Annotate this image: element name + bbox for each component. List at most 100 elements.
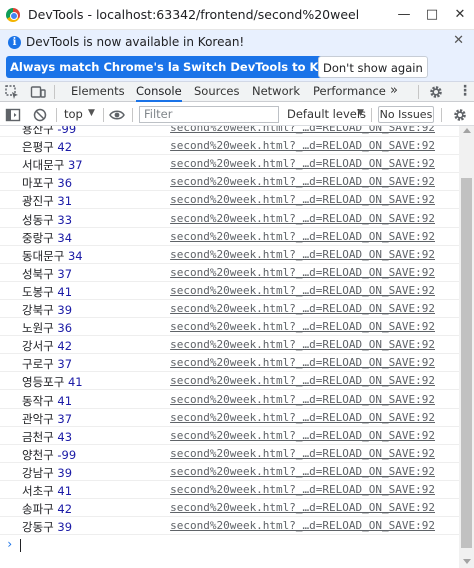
console-log-row: 금천구 43 second%20week.html?_…d=RELOAD_ON_S… [0,427,459,445]
scroll-up-arrow-icon[interactable] [463,128,471,133]
scrollbar-thumb[interactable] [461,178,472,548]
log-message: 광진구 31 [22,193,72,209]
source-location-link[interactable]: second%20week.html?_…d=RELOAD_ON_SAVE:92 [170,230,435,243]
district-name: 강북구 [22,303,54,317]
district-value: 37 [67,158,83,173]
chrome-icon [6,7,20,22]
district-value: 41 [57,284,73,299]
console-log-row: 노원구 36 second%20week.html?_…d=RELOAD_ON_S… [0,318,459,337]
district-name: 성동구 [22,212,54,227]
more-tabs-button[interactable]: » [390,82,398,102]
district-value: 41 [57,393,73,408]
window-title: DevTools - localhost:63342/frontend/seco… [28,7,358,22]
kebab-menu-button[interactable]: ⋮ [458,82,472,102]
district-name: 송파구 [22,502,54,517]
source-location-link[interactable]: second%20week.html?_…d=RELOAD_ON_SAVE:92 [170,320,435,333]
source-location-link[interactable]: second%20week.html?_…d=RELOAD_ON_SAVE:92 [170,175,435,188]
source-location-link[interactable]: second%20week.html?_…d=RELOAD_ON_SAVE:92 [170,338,435,351]
district-value: -99 [57,447,77,462]
log-levels-dropdown[interactable]: Default levels [287,107,366,121]
tab-divider [54,85,55,99]
source-location-link[interactable]: second%20week.html?_…d=RELOAD_ON_SAVE:92 [170,139,435,152]
sidebar-toggle-icon[interactable] [5,107,21,123]
tab-sources[interactable]: Sources [194,82,240,102]
console-scrollbar[interactable] [459,126,474,568]
source-location-link[interactable]: second%20week.html?_…d=RELOAD_ON_SAVE:92 [170,248,435,261]
settings-gear-icon[interactable] [428,84,444,100]
live-expression-eye-icon[interactable] [109,107,125,123]
console-toolbar: top ▼ Filter Default levels ▼ No Issues [0,104,474,126]
source-location-link[interactable]: second%20week.html?_…d=RELOAD_ON_SAVE:92 [170,157,435,170]
log-message: 동작구 41 [22,393,72,409]
source-location-link[interactable]: second%20week.html?_…d=RELOAD_ON_SAVE:92 [170,465,435,478]
source-location-link[interactable]: second%20week.html?_…d=RELOAD_ON_SAVE:92 [170,193,435,206]
console-input-cursor[interactable] [20,539,21,553]
inspect-element-icon[interactable] [4,84,20,100]
source-location-link[interactable]: second%20week.html?_…d=RELOAD_ON_SAVE:92 [170,429,435,442]
console-log-row: 강서구 42 second%20week.html?_…d=RELOAD_ON_S… [0,336,459,355]
tab-console[interactable]: Console [136,82,182,102]
log-message: 양천구 -99 [22,447,76,463]
filter-input[interactable]: Filter [139,106,279,123]
source-location-link[interactable]: second%20week.html?_…d=RELOAD_ON_SAVE:92 [170,519,435,532]
chevron-down-icon: ▼ [88,108,95,118]
district-value: 37 [57,411,73,426]
log-message: 금천구 43 [22,429,72,445]
console-log-row: 마포구 36 second%20week.html?_…d=RELOAD_ON_S… [0,173,459,192]
context-selector[interactable]: top [64,107,83,121]
district-value: 39 [57,465,73,480]
district-name: 노원구 [22,321,54,336]
district-name: 성북구 [22,266,54,281]
dont-show-again-button[interactable]: Don't show again [318,56,428,78]
source-location-link[interactable]: second%20week.html?_…d=RELOAD_ON_SAVE:92 [170,284,435,297]
district-value: 42 [57,140,73,155]
log-message: 서초구 41 [22,483,72,499]
tab-network[interactable]: Network [252,82,300,102]
district-name: 마포구 [22,176,54,191]
district-name: 강남구 [22,465,54,480]
clear-console-icon[interactable] [32,107,48,123]
source-location-link[interactable]: second%20week.html?_…d=RELOAD_ON_SAVE:92 [170,374,435,387]
district-name: 동작구 [22,393,54,408]
source-location-link[interactable]: second%20week.html?_…d=RELOAD_ON_SAVE:92 [170,356,435,369]
console-messages[interactable]: 용산구 -99 second%20week.html?_…d=RELOAD_ON_… [0,126,459,568]
maximize-button[interactable]: □ [418,0,446,30]
infobar-close-button[interactable]: ✕ [453,33,464,48]
source-location-link[interactable]: second%20week.html?_…d=RELOAD_ON_SAVE:92 [170,447,435,460]
tab-elements[interactable]: Elements [71,82,125,102]
scroll-down-arrow-icon[interactable] [463,559,471,564]
log-message: 성동구 33 [22,212,72,228]
district-value: 43 [57,429,73,444]
log-message: 동대문구 34 [22,248,83,264]
source-location-link[interactable]: second%20week.html?_…d=RELOAD_ON_SAVE:92 [170,266,435,279]
minimize-button[interactable]: — [390,0,418,30]
source-location-link[interactable]: second%20week.html?_…d=RELOAD_ON_SAVE:92 [170,126,435,134]
log-message: 강동구 39 [22,519,72,535]
console-log-row: 중랑구 34 second%20week.html?_…d=RELOAD_ON_S… [0,228,459,246]
tab-performance[interactable]: Performance [313,82,386,102]
source-location-link[interactable]: second%20week.html?_…d=RELOAD_ON_SAVE:92 [170,501,435,514]
language-infobar: i DevTools is now available in Korean! ✕… [0,30,474,82]
device-toolbar-icon[interactable] [30,84,46,100]
issues-button[interactable]: No Issues [378,106,434,123]
source-location-link[interactable]: second%20week.html?_…d=RELOAD_ON_SAVE:92 [170,483,435,496]
source-location-link[interactable]: second%20week.html?_…d=RELOAD_ON_SAVE:92 [170,212,435,225]
console-settings-gear-icon[interactable] [452,107,468,123]
console-log-row: 양천구 -99 second%20week.html?_…d=RELOAD_ON_… [0,445,459,463]
district-value: 34 [57,230,73,245]
console-log-row: 도봉구 41 second%20week.html?_…d=RELOAD_ON_S… [0,282,459,300]
log-message: 강남구 39 [22,465,72,481]
source-location-link[interactable]: second%20week.html?_…d=RELOAD_ON_SAVE:92 [170,393,435,406]
district-name: 영등포구 [22,375,65,390]
close-window-button[interactable]: ✕ [446,0,474,30]
log-message: 강북구 39 [22,302,72,318]
console-log-row: 강남구 39 second%20week.html?_…d=RELOAD_ON_S… [0,463,459,481]
district-value: 39 [57,303,73,317]
district-name: 서대문구 [22,158,65,173]
log-message: 관악구 37 [22,411,72,427]
district-value: 37 [57,266,73,281]
toolbar-divider [441,108,442,122]
source-location-link[interactable]: second%20week.html?_…d=RELOAD_ON_SAVE:92 [170,302,435,315]
source-location-link[interactable]: second%20week.html?_…d=RELOAD_ON_SAVE:92 [170,411,435,424]
district-name: 은평구 [22,140,54,155]
